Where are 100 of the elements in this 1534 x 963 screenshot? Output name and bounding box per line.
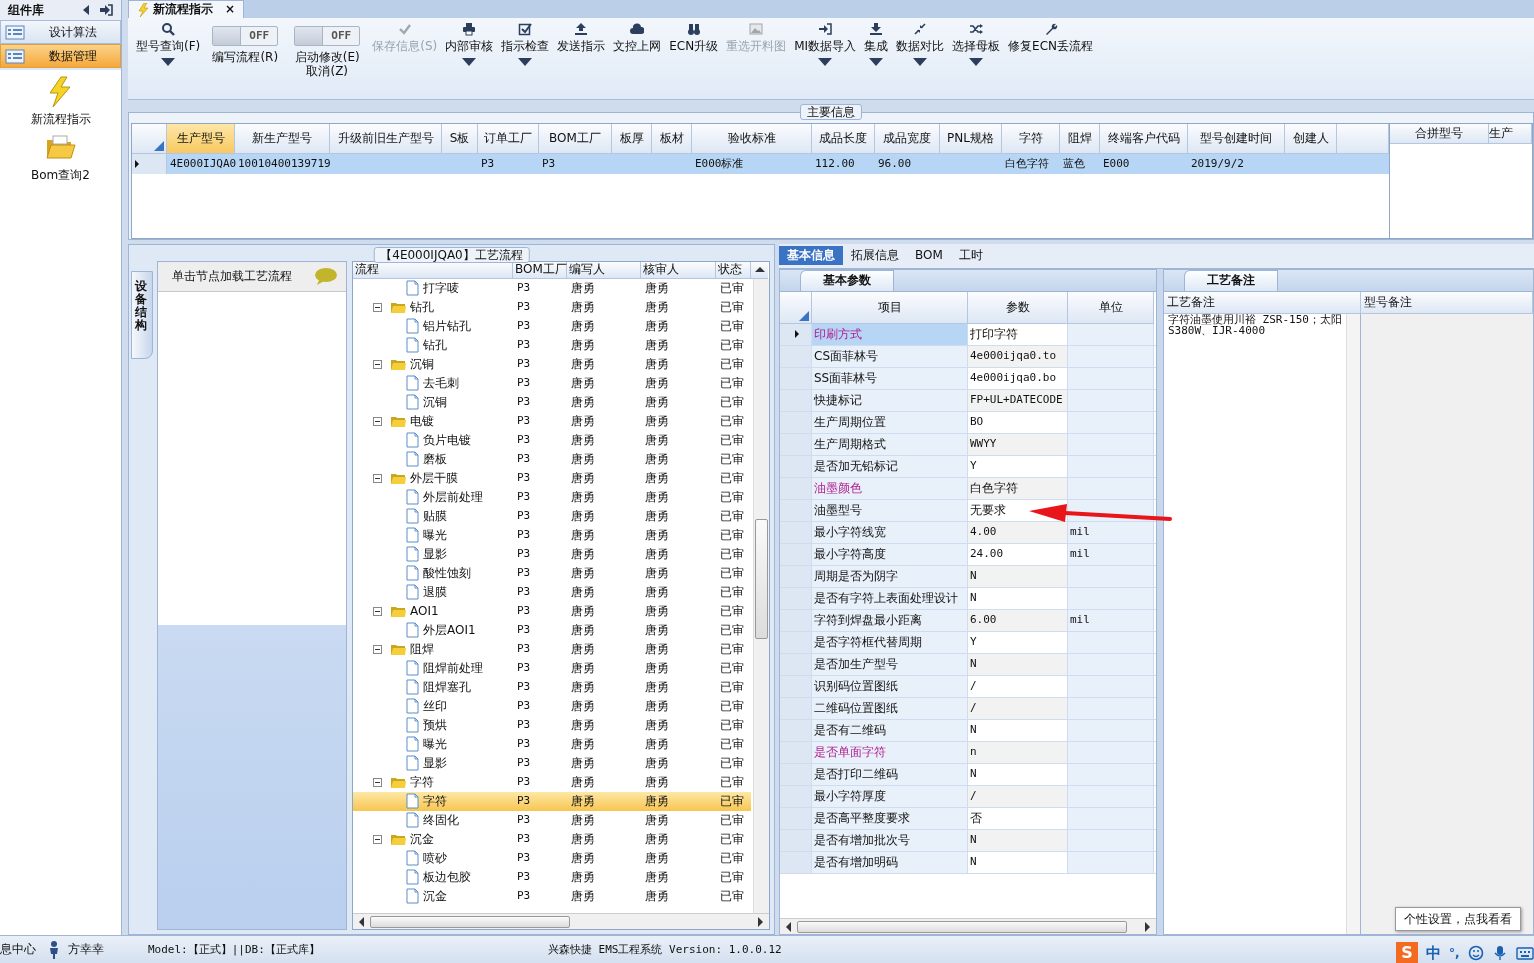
toolbar-button[interactable]: 发送指示 (553, 20, 610, 54)
tree-row[interactable]: 钻孔 P3 唐勇 唐勇 已审 (353, 335, 753, 355)
tree-row[interactable]: 沉金 P3 唐勇 唐勇 已审 (353, 829, 753, 849)
column-header[interactable]: BOM工厂 (513, 261, 567, 279)
tree-node-label[interactable]: 板边包胶 (423, 869, 471, 885)
toolbar-button[interactable]: 集成 (860, 20, 893, 73)
tree-node-label[interactable]: 电镀 (410, 413, 434, 429)
message-center-label[interactable]: 息中心 (0, 942, 40, 957)
vertical-scrollbar[interactable] (753, 278, 769, 913)
column-header[interactable]: 生产 (1489, 123, 1532, 144)
tree-node-label[interactable]: 打字唛 (423, 280, 459, 296)
tree-node-label[interactable]: 沉金 (410, 831, 434, 847)
tree-row[interactable]: 沉铜 P3 唐勇 唐勇 已审 (353, 354, 753, 374)
tree-node-label[interactable]: AOI1 (410, 603, 439, 619)
tree-node-label[interactable]: 磨板 (423, 451, 447, 467)
column-header[interactable]: 型号创建时间 (1188, 123, 1285, 154)
toolbar-button[interactable]: 指示检查 (497, 20, 554, 73)
horizontal-scrollbar[interactable] (780, 918, 1156, 934)
column-header[interactable]: 板材 (652, 123, 692, 154)
tree-node-label[interactable]: 外层干膜 (410, 470, 458, 486)
column-header[interactable]: PNL规格 (940, 123, 1002, 154)
toggle-switch[interactable]: OFF (294, 26, 361, 46)
toolbar-button[interactable]: 型号查询(F) (132, 20, 205, 73)
column-header[interactable]: 升级前旧生产型号 (330, 123, 442, 154)
close-icon[interactable]: × (225, 2, 236, 17)
scroll-up-icon[interactable] (754, 267, 765, 273)
collapse-toggle[interactable] (373, 834, 382, 844)
toggle-switch[interactable]: OFF (212, 26, 279, 46)
tree-node-label[interactable]: 沉铜 (410, 356, 434, 372)
column-header[interactable]: 阻焊 (1060, 123, 1100, 154)
panel-tab[interactable]: 工艺备注 (1184, 269, 1278, 291)
tree-row[interactable]: 沉金 P3 唐勇 唐勇 已审 (353, 886, 753, 906)
scroll-left-icon[interactable] (359, 916, 364, 927)
tree-row[interactable]: 喷砂 P3 唐勇 唐勇 已审 (353, 848, 753, 868)
tree-row[interactable]: 沉铜 P3 唐勇 唐勇 已审 (353, 392, 753, 412)
tree-node-label[interactable]: 曝光 (423, 527, 447, 543)
column-header[interactable]: BOM工厂 (539, 123, 612, 154)
tree-node-label[interactable]: 酸性蚀刻 (423, 565, 471, 581)
collapse-toggle[interactable] (373, 606, 382, 616)
tree-row[interactable]: 铝片钻孔 P3 唐勇 唐勇 已审 (353, 316, 753, 336)
tree-row[interactable]: 钻孔 P3 唐勇 唐勇 已审 (353, 297, 753, 317)
column-header[interactable]: 创建人 (1285, 123, 1337, 154)
tree-row[interactable]: 外层AOI1 P3 唐勇 唐勇 已审 (353, 620, 753, 640)
tree-row[interactable]: 丝印 P3 唐勇 唐勇 已审 (353, 696, 753, 716)
tree-node-label[interactable]: 喷砂 (423, 850, 447, 866)
tree-node-label[interactable]: 丝印 (423, 698, 447, 714)
tree-node-label[interactable]: 沉金 (423, 888, 447, 904)
tree-node-label[interactable]: 字符 (423, 793, 447, 809)
collapse-toggle[interactable] (373, 359, 382, 369)
tree-row[interactable]: 字符 P3 唐勇 唐勇 已审 (353, 791, 753, 811)
scroll-right-icon[interactable] (1145, 921, 1150, 932)
tree-row[interactable]: 去毛刺 P3 唐勇 唐勇 已审 (353, 373, 753, 393)
column-header[interactable]: 核审人 (641, 261, 716, 279)
column-header[interactable]: 成品长度 (812, 123, 875, 154)
column-header[interactable]: 终端客户代码 (1100, 123, 1188, 154)
tree-row[interactable]: 磨板 P3 唐勇 唐勇 已审 (353, 449, 753, 469)
scroll-left-icon[interactable] (786, 921, 791, 932)
ime-mode[interactable]: 中 (1426, 944, 1441, 962)
keyboard-icon[interactable] (1515, 945, 1534, 961)
column-header[interactable]: 编写人 (567, 261, 641, 279)
toolbar-button[interactable]: 文控上网 (609, 20, 666, 54)
detail-tab[interactable]: 基本信息 (779, 246, 843, 265)
collapse-icon[interactable] (81, 4, 91, 16)
column-header[interactable]: 参数 (968, 291, 1068, 324)
tree-row[interactable]: 阻焊塞孔 P3 唐勇 唐勇 已审 (353, 677, 753, 697)
tree-row[interactable]: 退膜 P3 唐勇 唐勇 已审 (353, 582, 753, 602)
tree-row[interactable]: 打字唛 P3 唐勇 唐勇 已审 (353, 278, 753, 298)
tree-node-label[interactable]: 退膜 (423, 584, 447, 600)
collapse-toggle[interactable] (373, 644, 382, 654)
row-header[interactable] (780, 323, 812, 345)
tree-node-label[interactable]: 去毛刺 (423, 375, 459, 391)
toolbar-button[interactable]: ECN升级 (665, 20, 723, 54)
table-row[interactable]: 4E000IJQA0 10010400139719 P3 P3 E000标准 112.00 96.00 白色字符 蓝色 E000 2019/9/2 (132, 153, 1389, 174)
tree-row[interactable]: 显影 P3 唐勇 唐勇 已审 (353, 544, 753, 564)
tree-node-label[interactable]: 终固化 (423, 812, 459, 828)
tree-node-label[interactable]: 曝光 (423, 736, 447, 752)
tree-node-label[interactable]: 预烘 (423, 717, 447, 733)
tree-row[interactable]: 外层干膜 P3 唐勇 唐勇 已审 (353, 468, 753, 488)
toolbar-button[interactable]: 内部审核 (441, 20, 498, 73)
tree-node-label[interactable]: 铝片钻孔 (423, 318, 471, 334)
tree-node-label[interactable]: 负片电镀 (423, 432, 471, 448)
toolbar-button[interactable]: 数据对比 (892, 20, 949, 73)
sidebar-item-label[interactable]: Bom查询2 (31, 168, 90, 183)
column-header[interactable]: 流程 (353, 261, 513, 279)
panel-tab[interactable]: 基本参数 (800, 269, 894, 291)
column-header[interactable]: 验收标准 (692, 123, 812, 154)
tree-node-label[interactable]: 贴膜 (423, 508, 447, 524)
column-header[interactable]: S板 (442, 123, 478, 154)
toolbar-button[interactable]: MI数据导入 (790, 20, 861, 73)
tree-row[interactable]: 阻焊前处理 P3 唐勇 唐勇 已审 (353, 658, 753, 678)
tree-row[interactable]: 板边包胶 P3 唐勇 唐勇 已审 (353, 867, 753, 887)
tree-row[interactable]: 显影 P3 唐勇 唐勇 已审 (353, 753, 753, 773)
ime-punctuation[interactable]: °, (1449, 945, 1460, 961)
tree-node-label[interactable]: 阻焊前处理 (423, 660, 483, 676)
tree-row[interactable]: 负片电镀 P3 唐勇 唐勇 已审 (353, 430, 753, 450)
tree-node-label[interactable]: 显影 (423, 755, 447, 771)
tree-node-label[interactable]: 显影 (423, 546, 447, 562)
collapse-toggle[interactable] (373, 777, 382, 787)
tree-row[interactable]: 阻焊 P3 唐勇 唐勇 已审 (353, 639, 753, 659)
tree-node-label[interactable]: 外层前处理 (423, 489, 483, 505)
